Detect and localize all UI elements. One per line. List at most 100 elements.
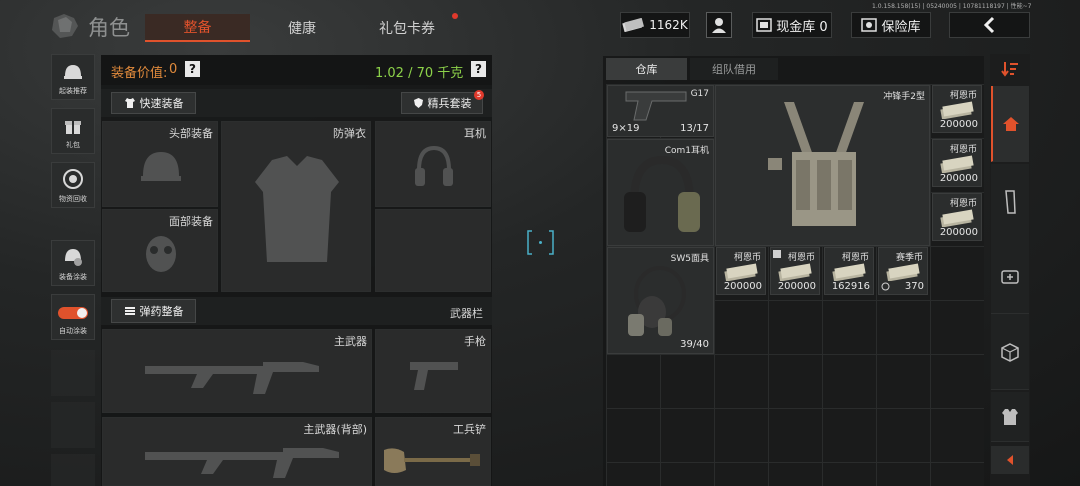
armor-silhouette-icon: [255, 156, 339, 262]
money-label: 柯恩币: [949, 145, 977, 155]
sort-button[interactable]: [991, 56, 1029, 82]
weapon-bar-label: 武器栏: [450, 307, 483, 320]
sidebar-empty-slot: [51, 454, 95, 486]
money-qty: 200000: [939, 119, 978, 130]
elite-set-badge: 5: [474, 90, 484, 100]
gas-mask-icon: [628, 266, 686, 336]
item-g17[interactable]: G17 9×19 13/17: [607, 85, 714, 137]
item-sw5-mask[interactable]: SW5面具 39/40: [607, 247, 714, 354]
recycle-icon: [63, 169, 83, 189]
currency-value: 1162K: [649, 18, 688, 32]
sidebar-empty-slot: [51, 350, 95, 396]
weight-help-button[interactable]: ?: [471, 61, 486, 77]
collapse-panel-button[interactable]: [991, 446, 1029, 474]
elite-set-button[interactable]: 精兵套装: [401, 92, 483, 114]
extra-gear-slot[interactable]: [375, 209, 491, 292]
tab-gift-cards[interactable]: 礼包卡券: [362, 14, 452, 42]
g17-name: G17: [690, 89, 709, 99]
auto-skin-toggle[interactable]: [58, 307, 88, 319]
tab-equip-label: 整备: [183, 20, 212, 36]
shield-icon: [413, 98, 423, 108]
tab-health-label: 健康: [288, 21, 316, 37]
money-stack[interactable]: 柯恩币 162916: [824, 247, 874, 295]
back-button[interactable]: [949, 12, 1030, 38]
banknote-stack-icon: [778, 263, 812, 281]
notification-dot: [452, 13, 458, 19]
sidebar-item-recycle[interactable]: 物资回收: [51, 162, 95, 208]
helmet-icon: [64, 65, 82, 79]
tab-warehouse[interactable]: 仓库: [606, 58, 687, 80]
sidebar-item-gift[interactable]: 礼包: [51, 108, 95, 154]
money-stack[interactable]: 柯恩币 200000: [716, 247, 766, 295]
nav-gear[interactable]: [991, 392, 1029, 442]
ammo-prep-button[interactable]: 弹药整备: [111, 299, 196, 323]
nav-supplies[interactable]: [991, 314, 1029, 390]
sort-icon: [1001, 62, 1018, 77]
weight-value: 1.02 / 70 千克: [375, 66, 464, 81]
headset-slot[interactable]: 耳机: [375, 121, 491, 207]
primary-weapon-slot[interactable]: 主武器: [102, 329, 372, 413]
money-stack[interactable]: 柯恩币 200000: [932, 193, 982, 241]
sidebar-item-label: 物资回收: [59, 195, 87, 203]
face-gear-slot[interactable]: 面部装备: [102, 209, 218, 292]
sidebar-empty-slot: [51, 402, 95, 448]
money-qty: 162916: [831, 281, 870, 292]
value-help-button[interactable]: ?: [185, 61, 200, 77]
operator-button[interactable]: [706, 12, 732, 38]
armor-label: 防弹衣: [333, 127, 366, 140]
season-coin-stack[interactable]: 赛季币 370: [878, 247, 928, 295]
magazine-icon: [1005, 189, 1016, 214]
sidebar-item-auto-skin[interactable]: 自动涂装: [51, 294, 95, 340]
back-weapon-slot[interactable]: 主武器(背部): [102, 417, 372, 486]
tab-team-borrow-label: 组队借用: [712, 63, 756, 76]
head-gear-slot[interactable]: 头部装备: [102, 121, 218, 207]
item-com1-headset[interactable]: Com1耳机: [607, 139, 714, 246]
money-qty: 200000: [723, 281, 762, 292]
money-stack[interactable]: 柯恩币 200000: [770, 247, 820, 295]
quick-equip-button[interactable]: 快速装备: [111, 92, 196, 114]
rifle-silhouette-icon: [145, 362, 319, 394]
banknote-stack-icon: [940, 155, 974, 173]
cash-vault-button[interactable]: 现金库 0: [752, 12, 832, 38]
elite-set-label: 精兵套装: [427, 97, 472, 110]
crosshair-icon: [527, 230, 554, 255]
money-stack[interactable]: 柯恩币 200000: [932, 139, 982, 187]
item-vest[interactable]: 冲锋手2型: [715, 85, 930, 246]
money-label: 柯恩币: [733, 253, 761, 263]
armor-vest-icon: [1002, 408, 1018, 425]
tab-health[interactable]: 健康: [262, 14, 342, 42]
shovel-slot[interactable]: 工兵铲: [375, 417, 491, 486]
shirt-icon: [124, 98, 135, 108]
money-label: 柯恩币: [949, 199, 977, 209]
pistol-icon: [625, 91, 687, 121]
quick-equip-label: 快速装备: [139, 97, 184, 110]
sidebar-item-skin[interactable]: 装备涂装: [51, 240, 95, 286]
tab-equip[interactable]: 整备: [145, 14, 250, 42]
pistol-slot[interactable]: 手枪: [375, 329, 491, 413]
nav-home[interactable]: [991, 86, 1029, 162]
shovel-icon: [384, 448, 480, 473]
sidebar-item-loadout-recommend[interactable]: 起装推荐: [51, 54, 95, 100]
nav-medical[interactable]: [991, 238, 1029, 314]
sidebar-item-label: 礼包: [66, 141, 80, 149]
chevron-left-icon: [983, 16, 994, 34]
head-gear-label: 头部装备: [169, 127, 213, 140]
skin-helmet-icon: [65, 249, 82, 266]
face-gear-label: 面部装备: [169, 215, 213, 228]
headset-silhouette-icon: [415, 145, 453, 186]
drag-target-marker: [527, 230, 554, 255]
currency-display[interactable]: 1162K: [620, 12, 690, 38]
equipment-header: 装备价值: 0 ? 1.02 / 70 千克 ?: [101, 55, 492, 85]
safe-label: 保险库: [881, 19, 921, 35]
gift-icon: [65, 121, 81, 134]
nav-magazines[interactable]: [991, 164, 1029, 240]
armor-slot[interactable]: 防弹衣: [221, 121, 371, 292]
money-stack[interactable]: 柯恩币 200000: [932, 85, 982, 133]
new-item-icon: [773, 250, 781, 258]
banknote-stack-icon: [724, 263, 758, 281]
back-weapon-label: 主武器(背部): [303, 423, 367, 436]
money-label: 柯恩币: [841, 253, 869, 263]
tab-team-borrow[interactable]: 组队借用: [690, 58, 778, 80]
safe-button[interactable]: 保险库: [851, 12, 931, 38]
pistol-silhouette-icon: [410, 362, 458, 390]
